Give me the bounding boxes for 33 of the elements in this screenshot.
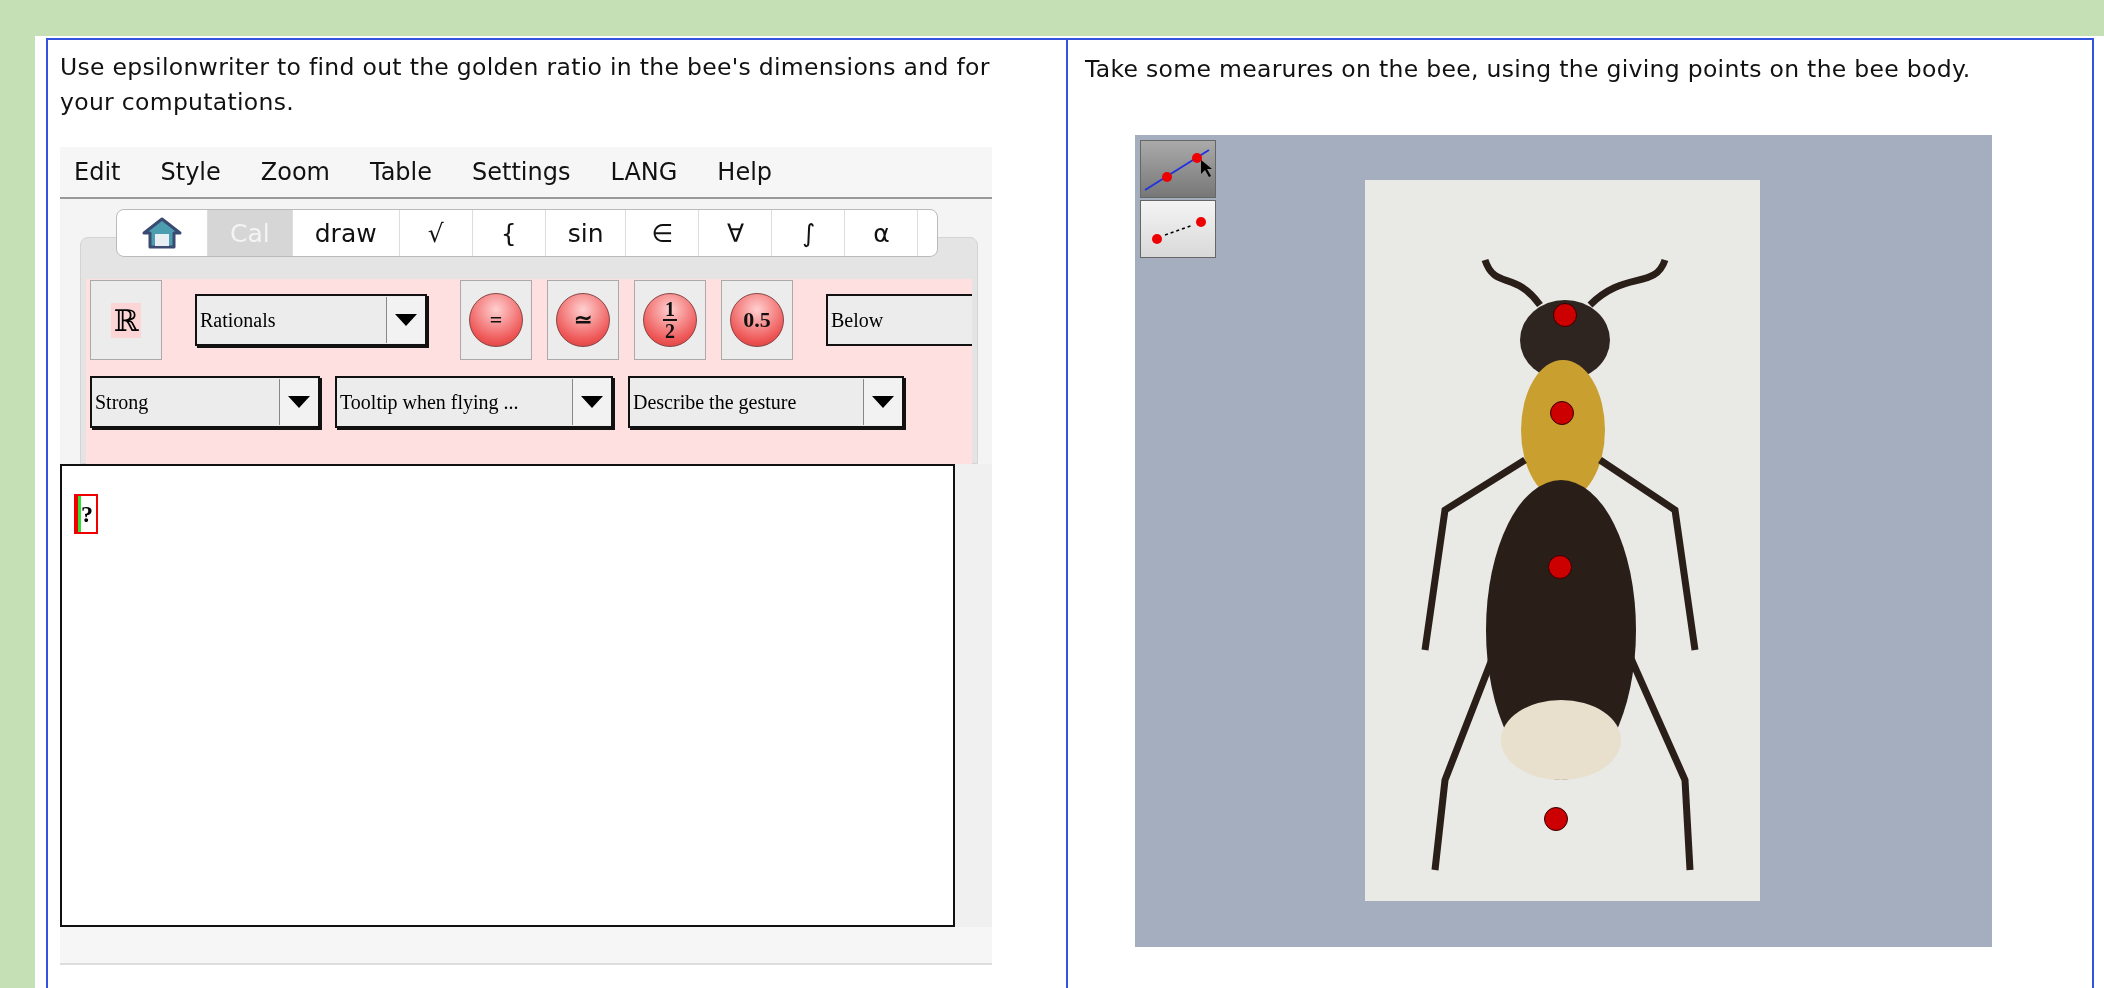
placeholder-box[interactable]: ? [74,494,98,534]
editing-area[interactable]: ? [60,464,955,927]
dropdown[interactable]: Rationals [195,294,427,346]
palette-tab[interactable]: α [845,210,919,256]
menu-item[interactable]: Help [717,158,773,186]
dropdown[interactable]: Describe the gesture [628,376,904,428]
menu-item[interactable]: Table [369,158,432,186]
menu-item[interactable]: Settings [472,158,571,186]
palette-tab[interactable]: { [472,210,546,256]
menu-item[interactable]: Edit [74,158,121,186]
dropdown[interactable]: Strong [90,376,320,428]
distance-tool[interactable] [1140,200,1216,258]
palette-tab[interactable]: sin [545,210,627,256]
house-icon [140,216,184,250]
palette-tab[interactable]: ∈ [626,210,700,256]
round-button[interactable]: = [460,280,532,360]
palette-tab[interactable]: √ [399,210,473,256]
palette-tab[interactable]: draw [292,210,400,256]
palette-tab[interactable]: ∫ [772,210,846,256]
round-button[interactable]: 0.5 [721,280,793,360]
menu-item[interactable]: LANG [610,158,678,186]
round-button[interactable]: ≃ [547,280,619,360]
menu-item[interactable]: Zoom [260,158,330,186]
instruction-text: Take some mearures on the bee, using the giving points on the bee body. [1085,54,1972,85]
point-marker[interactable] [1544,807,1568,831]
line-through-points-tool[interactable] [1140,140,1216,198]
position-field[interactable]: Below [826,294,972,346]
instruction-text: Use epsilonwriter to find out the golden ratio in the bee's dimensions and for your computations. [60,52,991,118]
fraction-button[interactable]: 1 2 [634,280,706,360]
menu-item[interactable]: Style [160,158,221,186]
dropdown[interactable]: Tooltip when flying ... [335,376,613,428]
number-set-button[interactable]: ℝ [90,280,162,360]
palette-tab[interactable]: ∀ [699,210,773,256]
